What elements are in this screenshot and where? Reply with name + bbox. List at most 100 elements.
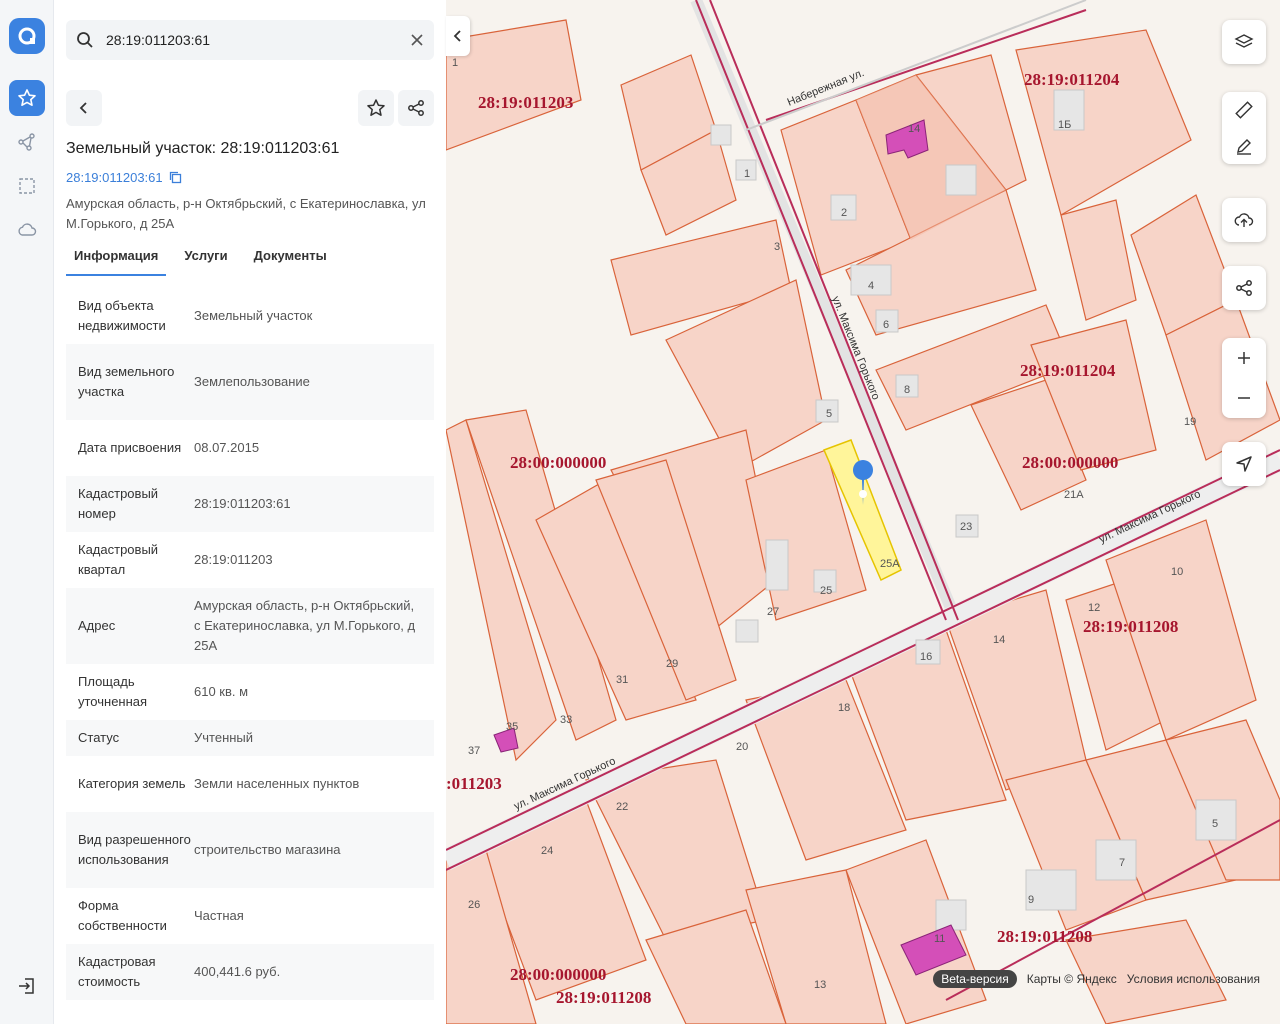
house-number: 4: [868, 280, 874, 292]
table-row: Статус Учтенный: [66, 720, 434, 756]
clear-icon[interactable]: [408, 31, 426, 49]
minus-icon: [1238, 397, 1250, 399]
house-number: 1: [744, 168, 750, 180]
row-key: Кадастровая стоимость: [78, 954, 156, 989]
upload-button[interactable]: [1222, 198, 1266, 242]
house-number: 22: [616, 801, 628, 813]
house-number: 6: [883, 319, 889, 331]
row-key: Кадастровый квартал: [78, 542, 159, 577]
row-value: 400,441.6 руб.: [194, 964, 281, 979]
share-button[interactable]: [398, 90, 434, 126]
row-value: Землепользование: [194, 374, 310, 389]
table-row: Кадастровый номер 28:19:011203:61: [66, 476, 434, 532]
table-row: Вид объекта недвижимости Земельный участо…: [66, 288, 434, 344]
house-number: 18: [838, 702, 850, 714]
row-key: Вид объекта недвижимости: [78, 298, 166, 333]
cadastral-map[interactable]: 28:19:011203 28:19:011204 28:19:011204 2…: [446, 0, 1280, 1024]
collapse-panel-button[interactable]: [446, 16, 470, 56]
navigation-arrow-icon: [1236, 456, 1252, 472]
route-icon[interactable]: [9, 124, 45, 160]
plus-icon: [1238, 352, 1250, 364]
favorite-button[interactable]: [358, 90, 394, 126]
star-icon: [367, 99, 385, 116]
row-value: Амурская область, р-н Октябрьский, с Ека…: [194, 598, 416, 653]
tab-bar: Информация Услуги Документы: [66, 244, 345, 276]
table-row: Площадь уточненная 610 кв. м: [66, 664, 434, 720]
quarter-label: 28:19:011204: [1020, 361, 1116, 380]
house-number: 25: [820, 585, 832, 597]
table-row: Категория земель Земли населенных пунктов: [66, 756, 434, 812]
house-number: 8: [904, 384, 910, 396]
map-share-button[interactable]: [1222, 266, 1266, 310]
terms-link[interactable]: Условия использования: [1127, 972, 1260, 986]
quarter-label: :011203: [446, 774, 502, 793]
house-number: 1Б: [1058, 119, 1071, 131]
back-button[interactable]: [66, 90, 102, 126]
row-key: Площадь уточненная: [78, 674, 148, 709]
maps-copyright[interactable]: Карты © Яндекс: [1027, 972, 1117, 986]
layers-button[interactable]: [1222, 20, 1266, 64]
quarter-label: 28:00:000000: [510, 965, 606, 984]
house-number: 20: [736, 741, 748, 753]
favorites-icon[interactable]: [9, 80, 45, 116]
quarter-label: 28:19:011208: [556, 988, 651, 1007]
tab-documents[interactable]: Документы: [246, 244, 335, 276]
house-number: 7: [1119, 857, 1125, 869]
tab-info[interactable]: Информация: [66, 244, 167, 276]
info-panel: 28:19:011203:61 Земельный участок: 28:19…: [54, 0, 446, 1024]
house-number: 10: [1171, 566, 1183, 578]
app-logo-icon[interactable]: [9, 18, 45, 54]
map-canvas[interactable]: 28:19:011203 28:19:011204 28:19:011204 2…: [446, 0, 1280, 1024]
copy-icon[interactable]: [169, 171, 182, 184]
share-icon: [1236, 280, 1252, 296]
row-value: Земли населенных пунктов: [194, 776, 360, 791]
house-number: 33: [560, 714, 572, 726]
chevron-left-icon: [79, 102, 87, 114]
table-row: Кадастровый квартал 28:19:011203: [66, 532, 434, 588]
house-number: 16: [920, 651, 932, 663]
chevron-left-icon: [453, 30, 461, 42]
row-value: 28:19:011203: [194, 552, 273, 567]
house-number: 14: [908, 123, 920, 135]
ruler-button[interactable]: [1222, 92, 1266, 128]
row-key: Дата присвоения: [78, 440, 182, 455]
table-row: Кадастровая стоимость 400,441.6 руб.: [66, 944, 434, 1000]
cloud-upload-icon: [1234, 213, 1254, 227]
cadastral-number[interactable]: 28:19:011203:61: [66, 170, 163, 185]
house-number: 19: [1184, 416, 1196, 428]
row-value: 610 кв. м: [194, 684, 249, 699]
row-value: Земельный участок: [194, 308, 313, 323]
selection-icon[interactable]: [9, 168, 45, 204]
info-table: Вид объекта недвижимости Земельный участо…: [66, 288, 434, 1000]
row-key: Вид разрешенного использования: [78, 832, 191, 867]
locate-button[interactable]: [1222, 442, 1266, 486]
house-number: 2: [841, 207, 847, 219]
house-number: 29: [666, 658, 678, 670]
zoom-out-button[interactable]: [1222, 378, 1266, 418]
row-key: Кадастровый номер: [78, 486, 159, 521]
row-value: Частная: [194, 908, 244, 923]
tools-group: [1222, 92, 1266, 164]
table-row: Вид разрешенного использования строительс…: [66, 812, 434, 888]
cadastral-number-link[interactable]: 28:19:011203:61: [66, 170, 182, 185]
row-key: Адрес: [78, 618, 116, 633]
edit-button[interactable]: [1222, 128, 1266, 164]
house-number: 1: [452, 57, 458, 69]
quarter-label: 28:19:011208: [997, 927, 1092, 946]
house-number: 21А: [1064, 489, 1084, 501]
zoom-in-button[interactable]: [1222, 338, 1266, 378]
house-number: 31: [616, 674, 628, 686]
house-number: 3: [774, 241, 780, 253]
tab-services[interactable]: Услуги: [176, 244, 235, 276]
search-input[interactable]: 28:19:011203:61: [106, 32, 210, 48]
cloud-icon[interactable]: [9, 212, 45, 248]
table-row: Форма собственности Частная: [66, 888, 434, 944]
quarter-label: 28:19:011204: [1024, 70, 1120, 89]
table-row: Вид земельного участка Землепользование: [66, 344, 434, 420]
search-bar[interactable]: 28:19:011203:61: [66, 20, 434, 60]
row-value: Учтенный: [194, 730, 254, 745]
row-key: Статус: [78, 730, 120, 745]
quarter-label: 28:19:011208: [1083, 617, 1178, 636]
logout-icon[interactable]: [9, 968, 45, 1004]
house-number: 11: [934, 933, 945, 945]
